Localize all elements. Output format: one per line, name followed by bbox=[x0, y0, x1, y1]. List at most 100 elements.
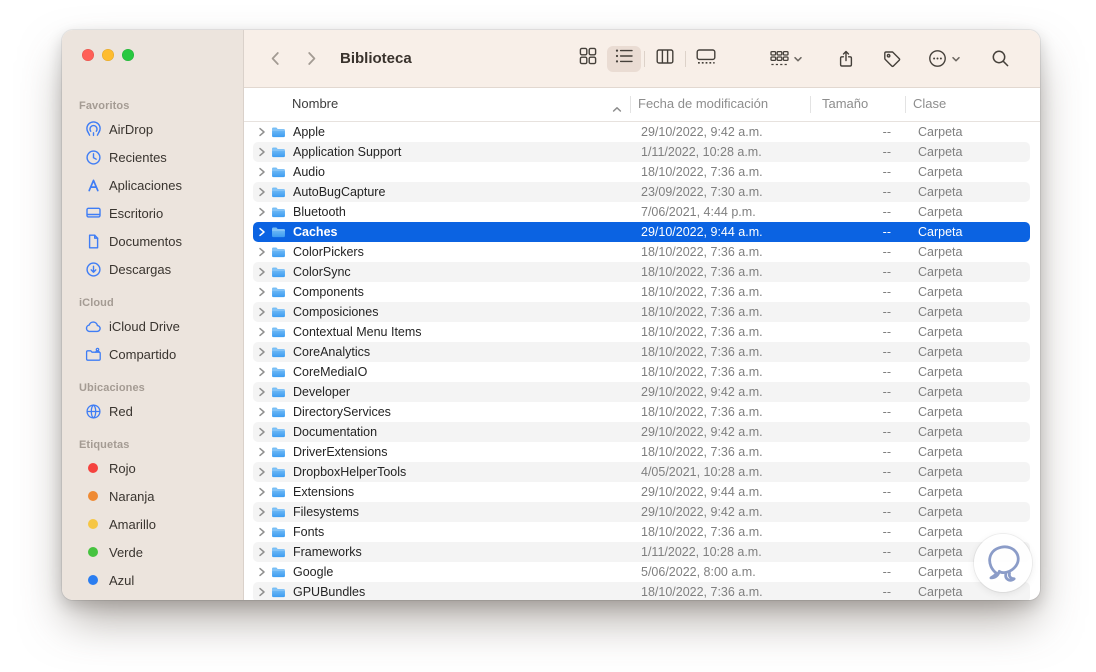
column-header-clase[interactable]: Clase bbox=[913, 96, 946, 111]
disclosure-chevron-icon[interactable] bbox=[258, 467, 270, 477]
table-row-composiciones[interactable]: Composiciones 18/10/2022, 7:36 a.m. -- Carp… bbox=[253, 302, 1030, 322]
sidebar-item-icloud-drive[interactable]: iCloud Drive bbox=[68, 312, 237, 340]
sidebar-item-aplicaciones[interactable]: Aplicaciones bbox=[68, 171, 237, 199]
sidebar-item-compartido[interactable]: Compartido bbox=[68, 340, 237, 368]
disclosure-chevron-icon[interactable] bbox=[258, 447, 270, 457]
disclosure-chevron-icon[interactable] bbox=[258, 527, 270, 537]
sidebar-item-documentos[interactable]: Documentos bbox=[68, 227, 237, 255]
sidebar-item-rojo[interactable]: Rojo bbox=[68, 454, 237, 482]
disclosure-chevron-icon[interactable] bbox=[258, 307, 270, 317]
share-button[interactable] bbox=[833, 46, 859, 72]
sidebar-item-naranja[interactable]: Naranja bbox=[68, 482, 237, 510]
disclosure-chevron-icon[interactable] bbox=[258, 567, 270, 577]
tag-dot bbox=[84, 488, 102, 505]
tag-dot bbox=[84, 516, 102, 533]
table-row-extensions[interactable]: Extensions 29/10/2022, 9:44 a.m. -- Carpeta bbox=[253, 482, 1030, 502]
table-row-contextual-menu-items[interactable]: Contextual Menu Items 18/10/2022, 7:36 a.… bbox=[253, 322, 1030, 342]
table-row-autobugcapture[interactable]: AutoBugCapture 23/09/2022, 7:30 a.m. -- Car… bbox=[253, 182, 1030, 202]
file-size: -- bbox=[882, 585, 891, 599]
sidebar-item-label: Verde bbox=[109, 544, 143, 560]
view-grid-button[interactable] bbox=[571, 46, 605, 72]
sidebar-item-airdrop[interactable]: AirDrop bbox=[68, 115, 237, 143]
table-row-documentation[interactable]: Documentation 29/10/2022, 9:42 a.m. -- Carp… bbox=[253, 422, 1030, 442]
table-row-colorsync[interactable]: ColorSync 18/10/2022, 7:36 a.m. -- Carpeta bbox=[253, 262, 1030, 282]
table-row-coreanalytics[interactable]: CoreAnalytics 18/10/2022, 7:36 a.m. -- Carp… bbox=[253, 342, 1030, 362]
file-name: ColorPickers bbox=[293, 245, 364, 259]
folder-icon bbox=[271, 306, 287, 318]
file-name: CoreMediaIO bbox=[293, 365, 368, 379]
view-columns-button[interactable] bbox=[648, 46, 682, 72]
table-row-bluetooth[interactable]: Bluetooth 7/06/2021, 4:44 p.m. -- Carpeta bbox=[253, 202, 1030, 222]
tags-button[interactable] bbox=[879, 46, 906, 72]
table-row-dropboxhelpertools[interactable]: DropboxHelperTools 4/05/2021, 10:28 a.m. -… bbox=[253, 462, 1030, 482]
sidebar-item-amarillo[interactable]: Amarillo bbox=[68, 510, 237, 538]
table-row-colorpickers[interactable]: ColorPickers 18/10/2022, 7:36 a.m. -- Carpe… bbox=[253, 242, 1030, 262]
disclosure-chevron-icon[interactable] bbox=[258, 227, 270, 237]
table-row-frameworks[interactable]: Frameworks 1/11/2022, 10:28 a.m. -- Carpeta bbox=[253, 542, 1030, 562]
minimize-button[interactable] bbox=[102, 49, 114, 61]
zoom-button[interactable] bbox=[122, 49, 134, 61]
file-date: 29/10/2022, 9:42 a.m. bbox=[641, 125, 763, 139]
table-row-developer[interactable]: Developer 29/10/2022, 9:42 a.m. -- Carpeta bbox=[253, 382, 1030, 402]
table-row-fonts[interactable]: Fonts 18/10/2022, 7:36 a.m. -- Carpeta bbox=[253, 522, 1030, 542]
sidebar-section-ubicaciones: Ubicaciones Red bbox=[62, 378, 243, 425]
file-size: -- bbox=[882, 325, 891, 339]
disclosure-chevron-icon[interactable] bbox=[258, 287, 270, 297]
sidebar-item-red[interactable]: Red bbox=[68, 397, 237, 425]
disclosure-chevron-icon[interactable] bbox=[258, 367, 270, 377]
view-list-button[interactable] bbox=[606, 45, 641, 72]
back-button[interactable] bbox=[262, 46, 288, 72]
table-row-components[interactable]: Components 18/10/2022, 7:36 a.m. -- Carpeta bbox=[253, 282, 1030, 302]
disclosure-chevron-icon[interactable] bbox=[258, 487, 270, 497]
disclosure-chevron-icon[interactable] bbox=[258, 147, 270, 157]
sidebar-item-azul[interactable]: Azul bbox=[68, 566, 237, 594]
disclosure-chevron-icon[interactable] bbox=[258, 207, 270, 217]
search-button[interactable] bbox=[987, 46, 1014, 72]
disclosure-chevron-icon[interactable] bbox=[258, 187, 270, 197]
sidebar-item-escritorio[interactable]: Escritorio bbox=[68, 199, 237, 227]
file-name: CoreAnalytics bbox=[293, 345, 371, 359]
file-size: -- bbox=[882, 305, 891, 319]
table-row-gpubundles[interactable]: GPUBundles 18/10/2022, 7:36 a.m. -- Carpeta bbox=[253, 582, 1030, 600]
group-button[interactable] bbox=[766, 46, 807, 72]
disclosure-chevron-icon[interactable] bbox=[258, 167, 270, 177]
sidebar-item-verde[interactable]: Verde bbox=[68, 538, 237, 566]
sidebar-item-descargas[interactable]: Descargas bbox=[68, 255, 237, 283]
disclosure-chevron-icon[interactable] bbox=[258, 587, 270, 597]
table-row-google[interactable]: Google 5/06/2022, 8:00 a.m. -- Carpeta bbox=[253, 562, 1030, 582]
table-row-filesystems[interactable]: Filesystems 29/10/2022, 9:42 a.m. -- Carpet… bbox=[253, 502, 1030, 522]
file-size: -- bbox=[882, 525, 891, 539]
file-date: 18/10/2022, 7:36 a.m. bbox=[641, 365, 763, 379]
file-kind: Carpeta bbox=[918, 545, 963, 559]
file-name: DirectoryServices bbox=[293, 405, 391, 419]
folder-icon bbox=[271, 566, 287, 578]
table-row-driverextensions[interactable]: DriverExtensions 18/10/2022, 7:36 a.m. -- C… bbox=[253, 442, 1030, 462]
column-header-fecha[interactable]: Fecha de modificación bbox=[638, 96, 768, 111]
disclosure-chevron-icon[interactable] bbox=[258, 247, 270, 257]
folder-icon bbox=[271, 286, 287, 298]
column-header-nombre[interactable]: Nombre bbox=[292, 96, 338, 111]
column-header-tamano[interactable]: Tamaño bbox=[822, 96, 868, 111]
disclosure-chevron-icon[interactable] bbox=[258, 347, 270, 357]
table-row-directoryservices[interactable]: DirectoryServices 18/10/2022, 7:36 a.m. --… bbox=[253, 402, 1030, 422]
disclosure-chevron-icon[interactable] bbox=[258, 267, 270, 277]
disclosure-chevron-icon[interactable] bbox=[258, 327, 270, 337]
disclosure-chevron-icon[interactable] bbox=[258, 127, 270, 137]
table-row-application-support[interactable]: Application Support 1/11/2022, 10:28 a.m.… bbox=[253, 142, 1030, 162]
disclosure-chevron-icon[interactable] bbox=[258, 387, 270, 397]
table-row-apple[interactable]: Apple 29/10/2022, 9:42 a.m. -- Carpeta bbox=[253, 122, 1030, 142]
table-row-caches[interactable]: Caches 29/10/2022, 9:44 a.m. -- Carpeta bbox=[253, 222, 1030, 242]
disclosure-chevron-icon[interactable] bbox=[258, 507, 270, 517]
disclosure-chevron-icon[interactable] bbox=[258, 427, 270, 437]
disclosure-chevron-icon[interactable] bbox=[258, 407, 270, 417]
forward-button[interactable] bbox=[298, 46, 324, 72]
table-row-audio[interactable]: Audio 18/10/2022, 7:36 a.m. -- Carpeta bbox=[253, 162, 1030, 182]
more-button[interactable] bbox=[924, 46, 965, 72]
close-button[interactable] bbox=[82, 49, 94, 61]
disclosure-chevron-icon[interactable] bbox=[258, 547, 270, 557]
view-gallery-button[interactable] bbox=[689, 46, 723, 72]
table-row-coremediaio[interactable]: CoreMediaIO 18/10/2022, 7:36 a.m. -- Carpet… bbox=[253, 362, 1030, 382]
file-name: ColorSync bbox=[293, 265, 351, 279]
sidebar-item-recientes[interactable]: Recientes bbox=[68, 143, 237, 171]
sidebar-section-icloud: iCloud iCloud Drive Compartido bbox=[62, 293, 243, 368]
